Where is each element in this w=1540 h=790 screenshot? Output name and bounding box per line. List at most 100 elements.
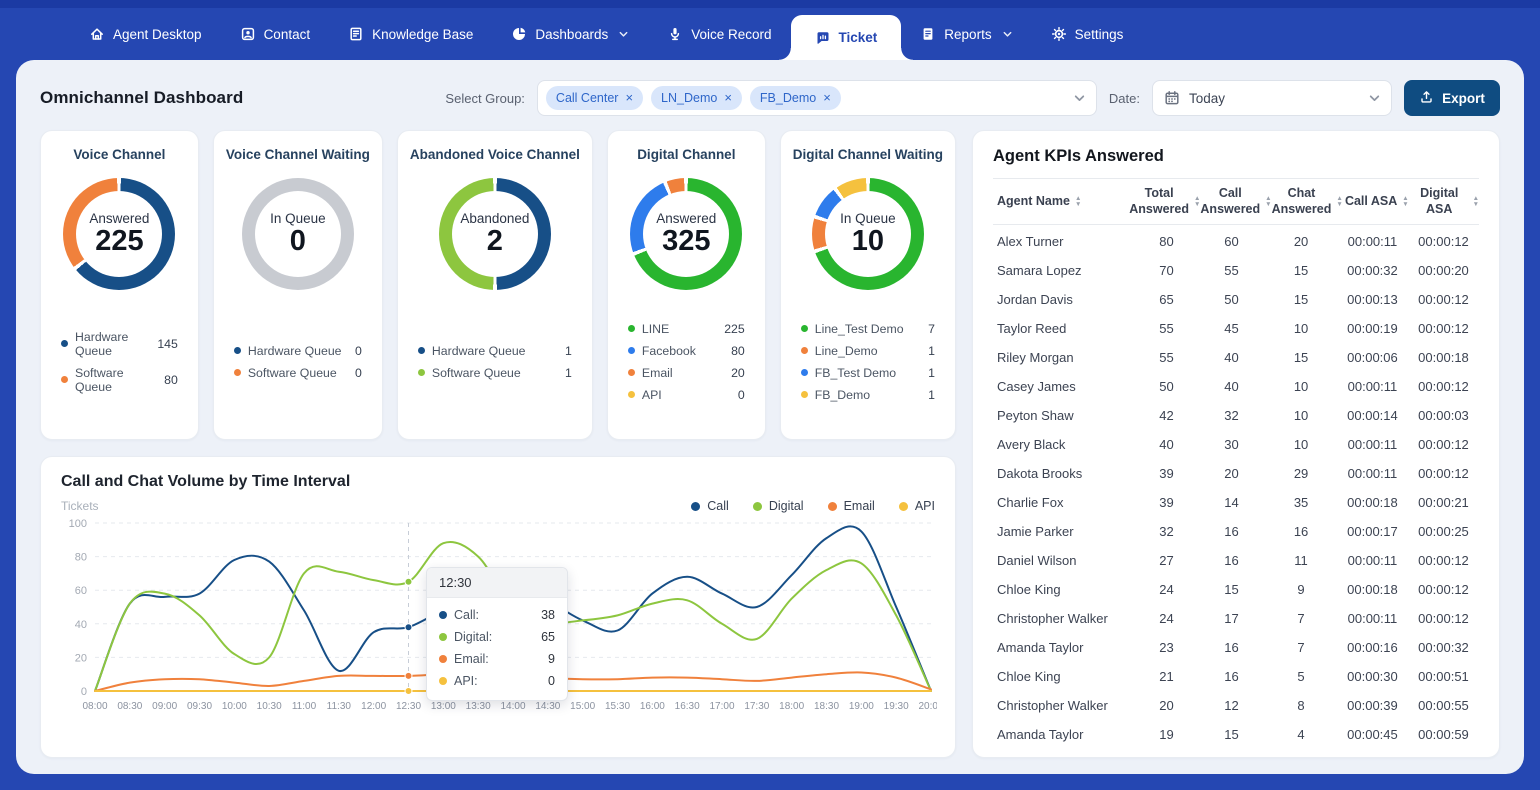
agent-name-cell: Avery Black (993, 437, 1135, 452)
svg-text:11:00: 11:00 (292, 701, 317, 712)
group-chip-call-center[interactable]: Call Center × (546, 86, 643, 110)
column-header-total-answered[interactable]: Total Answered▲▼ (1129, 186, 1200, 217)
asa-cell: 00:00:55 (1408, 698, 1479, 713)
legend-dot-icon (828, 502, 837, 511)
donut-center: Answered 225 (76, 191, 162, 277)
asa-cell: 00:00:21 (1408, 495, 1479, 510)
table-row: Jordan Davis65501500:00:1300:00:12 (993, 285, 1479, 314)
table-row: Christopher Walker2417700:00:1100:00:12 (993, 604, 1479, 633)
answered-cell: 11 (1265, 553, 1337, 568)
asa-cell: 00:00:03 (1408, 408, 1479, 423)
chart-title: Call and Chat Volume by Time Interval (61, 473, 935, 491)
sort-icon[interactable]: ▲▼ (1473, 196, 1479, 207)
answered-cell: 65 (1135, 292, 1198, 307)
nav-item-ticket[interactable]: Ticket (791, 15, 902, 60)
chip-label: Call Center (556, 91, 619, 105)
answered-cell: 16 (1265, 524, 1337, 539)
column-header-digital-asa[interactable]: Digital ASA▲▼ (1411, 186, 1479, 217)
nav-item-settings[interactable]: Settings (1032, 8, 1143, 60)
asa-cell: 00:00:11 (1337, 466, 1408, 481)
contact-icon (240, 26, 256, 42)
legend-dot-icon (899, 502, 908, 511)
svg-text:10:00: 10:00 (222, 701, 247, 712)
nav-item-dashboards[interactable]: Dashboards (492, 8, 648, 60)
date-label: Date: (1109, 91, 1140, 106)
export-button[interactable]: Export (1404, 80, 1500, 116)
donut-center-value: 225 (95, 226, 143, 256)
legend-value: 80 (731, 344, 745, 358)
chip-remove-icon[interactable]: × (724, 93, 732, 103)
donut-chart: Answered 325 (630, 178, 742, 290)
column-header-call-asa[interactable]: Call ASA▲▼ (1343, 194, 1411, 210)
kpi-legend-item: Software Queue 0 (232, 362, 364, 384)
asa-cell: 00:00:12 (1408, 379, 1479, 394)
group-chip-ln-demo[interactable]: LN_Demo× (651, 86, 742, 110)
chip-remove-icon[interactable]: × (625, 93, 633, 103)
answered-cell: 12 (1198, 698, 1265, 713)
chart-legend-item-digital[interactable]: Digital (753, 499, 804, 513)
table-row: Charlie Fox39143500:00:1800:00:21 (993, 488, 1479, 517)
svg-text:20: 20 (75, 652, 87, 664)
kpi-legend: Hardware Queue 0 Software Queue 0 (226, 290, 370, 427)
svg-text:09:30: 09:30 (187, 701, 212, 712)
nav-item-reports[interactable]: Reports (901, 8, 1031, 60)
nav-item-contact[interactable]: Contact (221, 8, 330, 60)
svg-text:15:30: 15:30 (605, 701, 630, 712)
chart-legend-item-call[interactable]: Call (691, 499, 729, 513)
legend-name: Line_Test Demo (815, 322, 904, 336)
kpi-legend-item: FB_Test Demo 1 (799, 362, 937, 384)
kpi-legend: Line_Test Demo 7 Line_Demo 1 FB_Test Dem… (793, 290, 943, 427)
legend-dot-icon (628, 391, 635, 398)
sort-icon[interactable]: ▲▼ (1075, 196, 1081, 207)
legend-dot-icon (801, 325, 808, 332)
asa-cell: 00:00:12 (1408, 292, 1479, 307)
kpi-legend-item: Software Queue 80 (59, 362, 180, 398)
kpi-legend-item: Line_Test Demo 7 (799, 318, 937, 340)
column-header-agent-name[interactable]: Agent Name▲▼ (993, 194, 1129, 210)
sort-icon[interactable]: ▲▼ (1402, 196, 1408, 207)
nav-item-voice-record[interactable]: Voice Record (648, 8, 790, 60)
answered-cell: 10 (1265, 321, 1337, 336)
group-multi-select[interactable]: Call Center×LN_Demo×FB_Demo× (537, 80, 1097, 116)
nav-item-knowledge-base[interactable]: Knowledge Base (329, 8, 492, 60)
svg-text:08:30: 08:30 (117, 701, 142, 712)
chart-legend-item-email[interactable]: Email (828, 499, 875, 513)
table-row: Chloe King2116500:00:3000:00:51 (993, 662, 1479, 691)
svg-text:14:30: 14:30 (535, 701, 560, 712)
legend-value: 1 (565, 344, 572, 358)
kpi-legend-item: Hardware Queue 0 (232, 340, 364, 362)
nav-item-label: Ticket (839, 30, 878, 45)
column-header-chat-answered[interactable]: Chat Answered▲▼ (1272, 186, 1343, 217)
legend-name: Software Queue (75, 366, 157, 394)
answered-cell: 20 (1198, 466, 1265, 481)
asa-cell: 00:00:18 (1408, 350, 1479, 365)
legend-label: API (915, 499, 935, 513)
asa-cell: 00:00:11 (1337, 379, 1408, 394)
answered-cell: 16 (1198, 524, 1265, 539)
answered-cell: 29 (1265, 466, 1337, 481)
column-header-label: Chat Answered (1272, 186, 1332, 217)
asa-cell: 00:00:12 (1408, 582, 1479, 597)
asa-cell: 00:00:12 (1408, 553, 1479, 568)
svg-text:10:30: 10:30 (257, 701, 282, 712)
answered-cell: 8 (1265, 698, 1337, 713)
group-chip-fb-demo[interactable]: FB_Demo× (750, 86, 841, 110)
chart-legend-item-api[interactable]: API (899, 499, 935, 513)
answered-cell: 70 (1135, 263, 1198, 278)
answered-cell: 27 (1135, 553, 1198, 568)
nav-item-agent-desktop[interactable]: Agent Desktop (70, 8, 221, 60)
column-header-call-answered[interactable]: Call Answered▲▼ (1200, 186, 1271, 217)
date-select[interactable]: Today (1152, 80, 1392, 116)
asa-cell: 00:00:12 (1408, 437, 1479, 452)
donut-center-label: In Queue (840, 211, 896, 226)
asa-cell: 00:00:32 (1337, 263, 1408, 278)
kpi-card-title: Abandoned Voice Channel (410, 147, 580, 162)
svg-text:13:00: 13:00 (431, 701, 456, 712)
nav-item-label: Knowledge Base (372, 27, 473, 42)
agent-name-cell: Christopher Walker (993, 611, 1135, 626)
chip-remove-icon[interactable]: × (823, 93, 831, 103)
svg-text:19:30: 19:30 (884, 701, 909, 712)
svg-text:13:30: 13:30 (466, 701, 491, 712)
home-icon (89, 26, 105, 42)
table-body: Alex Turner80602000:00:1100:00:12Samara … (993, 225, 1479, 749)
